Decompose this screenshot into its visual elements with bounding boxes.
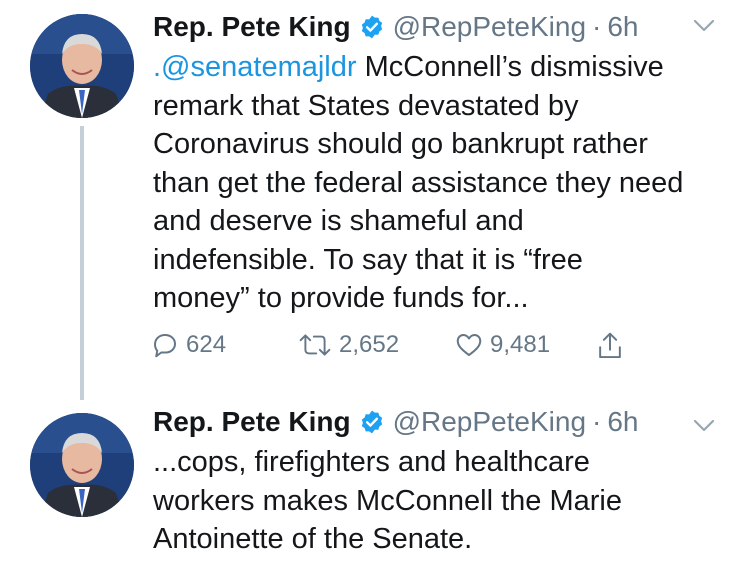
avatar[interactable] xyxy=(30,413,134,517)
like-button[interactable]: 9,481 xyxy=(454,330,550,360)
like-count: 9,481 xyxy=(490,331,551,358)
tweet-timestamp[interactable]: 6h xyxy=(607,11,638,43)
chevron-down-icon[interactable] xyxy=(693,418,715,434)
avatar[interactable] xyxy=(30,14,134,118)
tweet-text-line: ...cops, firefighters and healthcare xyxy=(153,446,590,478)
tweet-text-line: indefensible. To say that it is “free xyxy=(153,243,583,276)
share-button[interactable] xyxy=(595,330,625,362)
share-icon xyxy=(599,332,621,359)
avatar-photo xyxy=(30,14,134,118)
reply-count: 624 xyxy=(186,331,227,358)
tweet-actions: 624 2,652 9,481 xyxy=(150,330,650,366)
tweet[interactable]: Rep. Pete King @RepPeteKing · 6h .@senat… xyxy=(0,0,750,400)
tweet-text: .@senatemajldr McConnell’s dismissive re… xyxy=(153,48,733,318)
retweet-count: 2,652 xyxy=(339,331,400,358)
verified-badge-icon xyxy=(361,15,382,39)
author-handle[interactable]: @RepPeteKing xyxy=(393,406,586,438)
reply-button[interactable]: 624 xyxy=(150,330,226,360)
tweet-text-line: remark that States devastated by xyxy=(153,89,579,122)
tweet-header: Rep. Pete King @RepPeteKing · 6h xyxy=(153,403,639,441)
separator-dot: · xyxy=(592,406,602,437)
author-handle[interactable]: @RepPeteKing xyxy=(393,11,586,43)
author-name[interactable]: Rep. Pete King xyxy=(153,406,351,438)
tweet-text-line: workers makes McConnell the Marie xyxy=(153,484,622,517)
retweet-button[interactable]: 2,652 xyxy=(297,330,399,360)
mention-link[interactable]: .@senatemajldr xyxy=(153,51,357,83)
avatar-photo xyxy=(30,413,134,517)
retweet-icon xyxy=(299,334,331,356)
tweet-text-line: .@senatemajldr McConnell’s dismissive xyxy=(153,48,733,87)
tweet-text-line: and deserve is shameful and xyxy=(153,205,524,237)
tweet-text: ...cops, firefighters and healthcare wor… xyxy=(153,443,733,559)
tweet-text-fragment: McConnell’s dismissive xyxy=(356,51,664,83)
like-icon xyxy=(456,334,482,356)
separator-dot: · xyxy=(592,11,602,42)
chevron-down-icon[interactable] xyxy=(693,18,715,34)
thread-line xyxy=(80,126,84,400)
tweet-text-line: money” to provide funds for... xyxy=(153,282,529,314)
author-name[interactable]: Rep. Pete King xyxy=(153,11,351,43)
reply-icon xyxy=(154,334,176,358)
tweet-text-line: Coronavirus should go bankrupt rather xyxy=(153,128,648,160)
tweet-text-line: than get the federal assistance they nee… xyxy=(153,166,684,199)
verified-badge-icon xyxy=(361,410,382,434)
tweet[interactable]: Rep. Pete King @RepPeteKing · 6h ...cops… xyxy=(0,400,750,561)
tweet-header: Rep. Pete King @RepPeteKing · 6h xyxy=(153,8,639,46)
tweet-text-line: Antoinette of the Senate. xyxy=(153,523,473,555)
tweet-timestamp[interactable]: 6h xyxy=(607,406,638,438)
